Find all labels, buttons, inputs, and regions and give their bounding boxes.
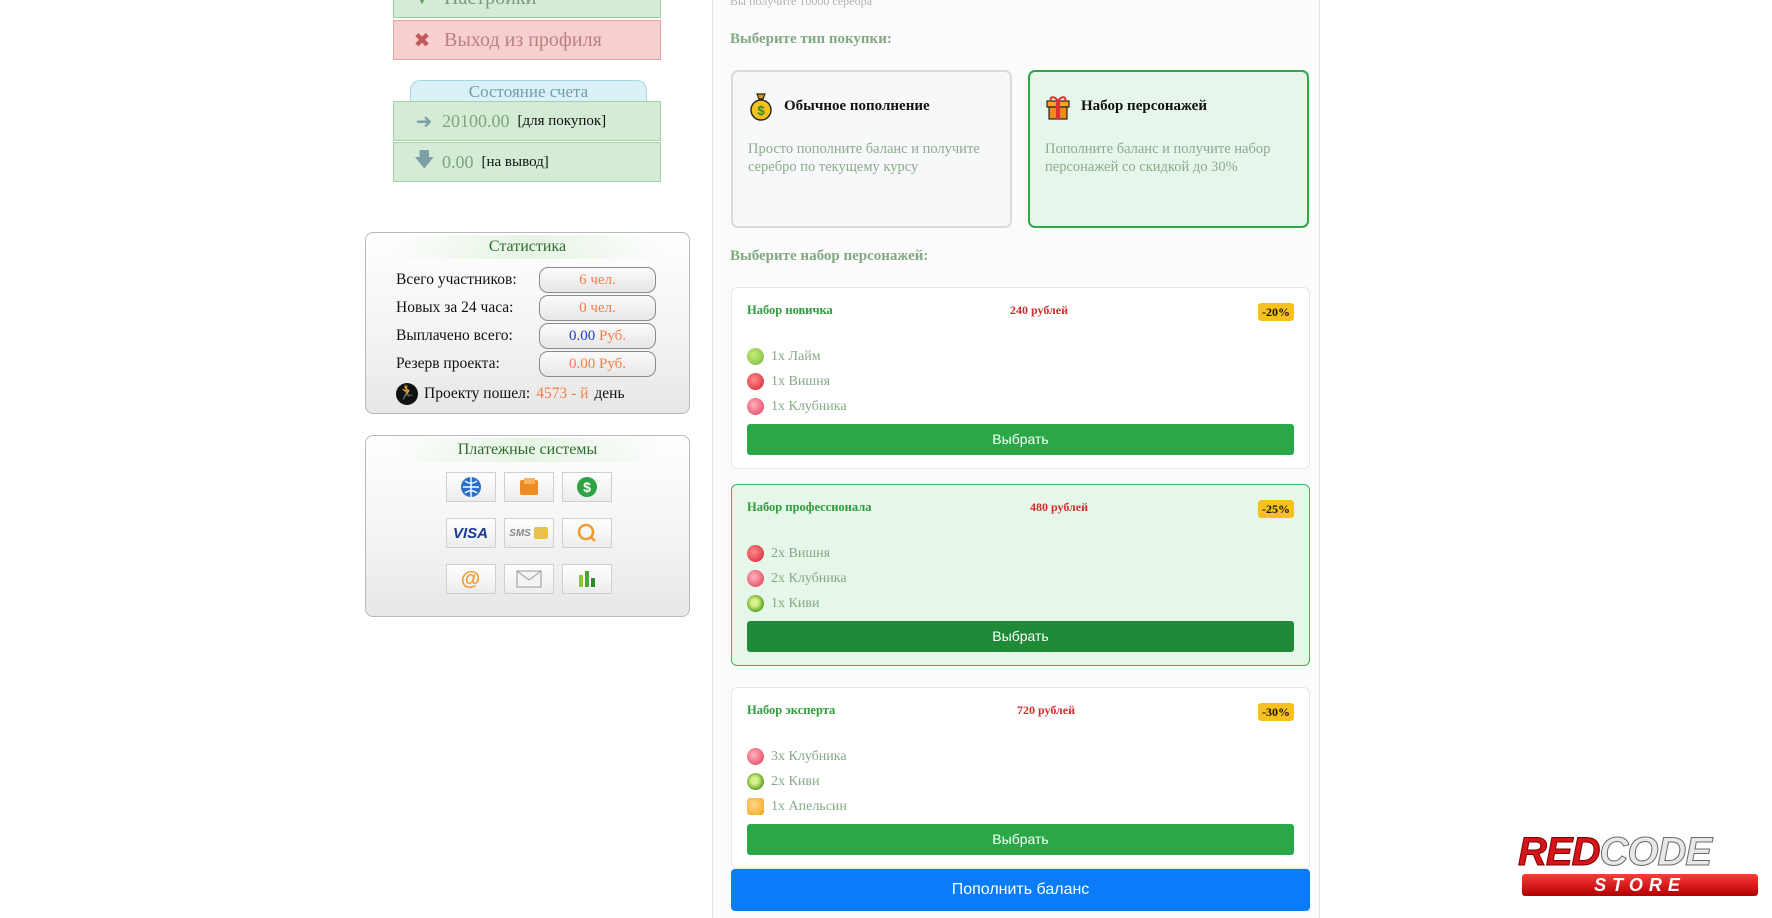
list-item: 1x Вишня [747,369,847,394]
stat-value: 0.00 Руб. [539,323,656,349]
redcode-store-logo: REDCODE STORE [1517,832,1762,898]
email-money-icon[interactable]: @ [445,564,496,594]
wallet-icon[interactable] [503,472,554,502]
payment-systems-title: Платежные системы [386,438,669,462]
stat-value: 0.00 Руб. [539,351,656,377]
payment-icons-grid: $ VISA SMS @ [366,472,691,610]
settings-label: Настройки [444,0,536,10]
type-card-title: Обычное пополнение [784,97,930,114]
pack-name: Набор профессионала [747,500,872,514]
strawberry-icon [747,748,764,765]
type-card-regular[interactable]: $ Обычное пополнение Просто пополните ба… [731,70,1012,228]
cherry-icon [747,545,764,562]
type-card-desc: Пополните баланс и получите набор персон… [1045,141,1271,175]
pack-card-beginner[interactable]: Набор новичка 240 рублей -20% 1x Лайм 1x… [731,287,1310,469]
strawberry-icon [747,398,764,415]
kiwi-icon [747,773,764,790]
statistics-panel: Статистика Всего участников: 6 чел. Новы… [365,232,690,414]
choose-button[interactable]: Выбрать [747,621,1294,652]
pack-price: 240 рублей [1010,303,1069,317]
list-item: 1x Клубника [747,394,847,419]
type-card-desc: Просто пополните баланс и получите сереб… [748,141,980,175]
gift-icon [1045,91,1071,121]
cherry-icon [747,373,764,390]
payment-systems-panel: Платежные системы $ VISA SMS @ [365,435,690,617]
settings-menu-button[interactable]: ▼ Настройки [393,0,661,18]
discount-badge: -25% [1258,500,1294,518]
stat-label: Всего участников: [396,271,517,288]
kiwi-icon [747,595,764,612]
type-card-character-set[interactable]: Набор персонажей Пополните баланс и полу… [1028,70,1309,228]
webmoney-icon[interactable] [445,472,496,502]
lime-icon [747,348,764,365]
arrow-down-icon: 🡇 [414,149,435,171]
pack-items: 2x Вишня 2x Клубника 1x Киви [747,541,847,616]
runner-icon: 🏃 [396,383,418,405]
stat-value-number: 0.00 [568,328,596,344]
list-item: 2x Клубника [747,566,847,591]
bars-icon[interactable] [561,564,612,594]
arrow-right-icon: ➜ [415,110,433,133]
list-item: 2x Вишня [747,541,847,566]
stat-label: Резерв проекта: [396,355,500,372]
list-item: 1x Апельсин [747,794,847,819]
close-icon: ✖ [413,29,431,52]
purchase-balance-suffix: [для покупок] [517,112,607,129]
pack-items: 3x Клубника 2x Киви 1x Апельсин [747,744,847,819]
stat-label: Выплачено всего: [396,327,513,344]
list-item: 1x Лайм [747,344,847,369]
settings-icon: ▼ [412,0,432,10]
stat-value: 6 чел. [539,267,656,293]
account-status-title: Состояние счета [410,80,647,102]
stat-row-new-24h: Новых за 24 часа: 0 чел. [396,295,656,321]
orange-icon [747,798,764,815]
stat-label: Новых за 24 часа: [396,299,514,316]
project-days: 🏃 Проекту пошел: 4573 - й день [396,383,625,405]
sms-icon[interactable]: SMS [503,518,554,548]
type-card-title: Набор персонажей [1081,97,1207,114]
pack-card-expert[interactable]: Набор эксперта 720 рублей -30% 3x Клубни… [731,687,1310,869]
stat-row-reserve: Резерв проекта: 0.00 Руб. [396,351,656,377]
strawberry-icon [747,570,764,587]
envelope-icon[interactable] [503,564,554,594]
money-bag-icon: $ [748,91,774,121]
logout-button[interactable]: ✖ Выход из профиля [393,20,661,60]
svg-text:$: $ [757,103,765,118]
pack-name: Набор новичка [747,303,833,317]
days-suffix: день [594,385,625,402]
withdraw-balance-row: 🡇 0.00 [на вывод] [393,142,661,182]
choose-button[interactable]: Выбрать [747,424,1294,455]
days-value: 4573 - й [536,385,589,402]
pack-price: 720 рублей [1017,703,1076,717]
stat-row-paid-total: Выплачено всего: 0.00 Руб. [396,323,656,349]
list-item: 3x Клубника [747,744,847,769]
stat-value: 0 чел. [539,295,656,321]
purchase-balance-value: 20100.00 [442,110,510,131]
statistics-title: Статистика [386,235,669,259]
visa-icon[interactable]: VISA [445,518,496,548]
dollar-coin-icon[interactable]: $ [561,472,612,502]
list-item: 1x Киви [747,591,847,616]
character-set-title: Выберите набор персонажей: [730,248,929,264]
choose-button[interactable]: Выбрать [747,824,1294,855]
days-prefix: Проекту пошел: [424,385,531,402]
logout-label: Выход из профиля [444,28,602,51]
purchase-type-title: Выберите тип покупки: [730,31,892,47]
qiwi-icon[interactable] [561,518,612,548]
withdraw-balance-suffix: [на вывод] [481,153,549,170]
pack-card-professional[interactable]: Набор профессионала 480 рублей -25% 2x В… [731,484,1310,666]
stat-row-total-members: Всего участников: 6 чел. [396,267,656,293]
purchase-balance-row: ➜ 20100.00 [для покупок] [393,101,661,141]
pack-name: Набор эксперта [747,703,836,717]
topup-balance-button[interactable]: Пополнить баланс [731,869,1310,911]
list-item: 2x Киви [747,769,847,794]
discount-badge: -30% [1258,703,1294,721]
svg-text:$: $ [583,479,591,495]
discount-badge: -20% [1258,303,1294,321]
withdraw-balance-value: 0.00 [442,151,474,172]
pack-items: 1x Лайм 1x Вишня 1x Клубника [747,344,847,419]
silver-note: Вы получите 10000 серебра [730,0,872,8]
stat-value-unit: Руб. [598,328,627,344]
pack-price: 480 рублей [1030,500,1089,514]
